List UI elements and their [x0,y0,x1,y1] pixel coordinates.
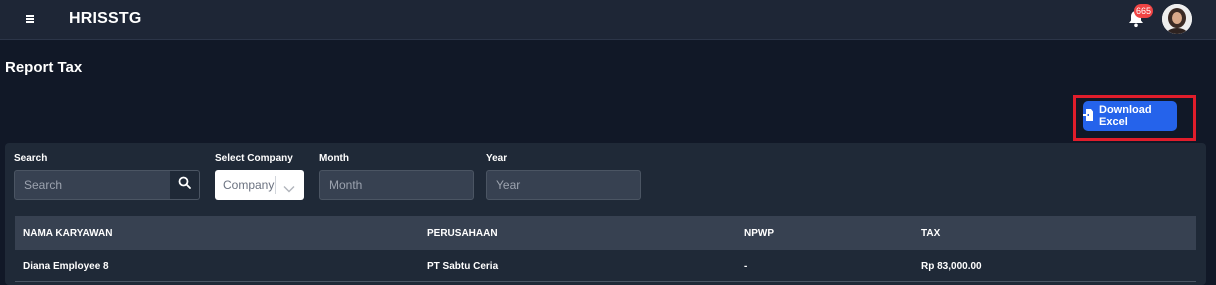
chevron-down-icon [283,180,295,198]
top-navbar: HRISSTG 665 [0,0,1216,40]
report-card [5,143,1206,285]
download-excel-button[interactable]: Download Excel [1083,101,1177,131]
column-header-tax: TAX [921,228,941,239]
search-icon [178,176,191,194]
row-divider [15,281,1196,282]
search-input[interactable] [14,170,171,200]
select-divider [275,176,276,194]
column-header-npwp: NPWP [744,228,774,239]
cell-nama-karyawan: Diana Employee 8 [23,261,109,272]
year-label: Year [486,153,508,164]
month-label: Month [319,153,349,164]
notification-badge: 665 [1134,4,1154,18]
cell-perusahaan: PT Sabtu Ceria [427,261,499,272]
search-label: Search [14,153,48,164]
user-avatar[interactable] [1162,4,1192,34]
cell-npwp: - [744,261,748,272]
search-button[interactable] [170,170,200,200]
company-select-value: Company [223,178,275,192]
cell-tax: Rp 83,000.00 [921,261,982,272]
download-excel-label: Download Excel [1099,104,1152,128]
column-header-nama-karyawan: NAMA KARYAWAN [23,228,113,239]
table-header [15,216,1196,250]
file-export-icon [1083,108,1094,124]
menu-icon[interactable] [26,13,36,25]
company-select[interactable]: Company [215,170,304,200]
page-title: Report Tax [5,59,83,76]
year-input[interactable] [486,170,641,200]
app-title: HRISSTG [69,10,142,27]
column-header-perusahaan: PERUSAHAAN [427,228,498,239]
month-input[interactable] [319,170,474,200]
company-label: Select Company [215,153,293,164]
